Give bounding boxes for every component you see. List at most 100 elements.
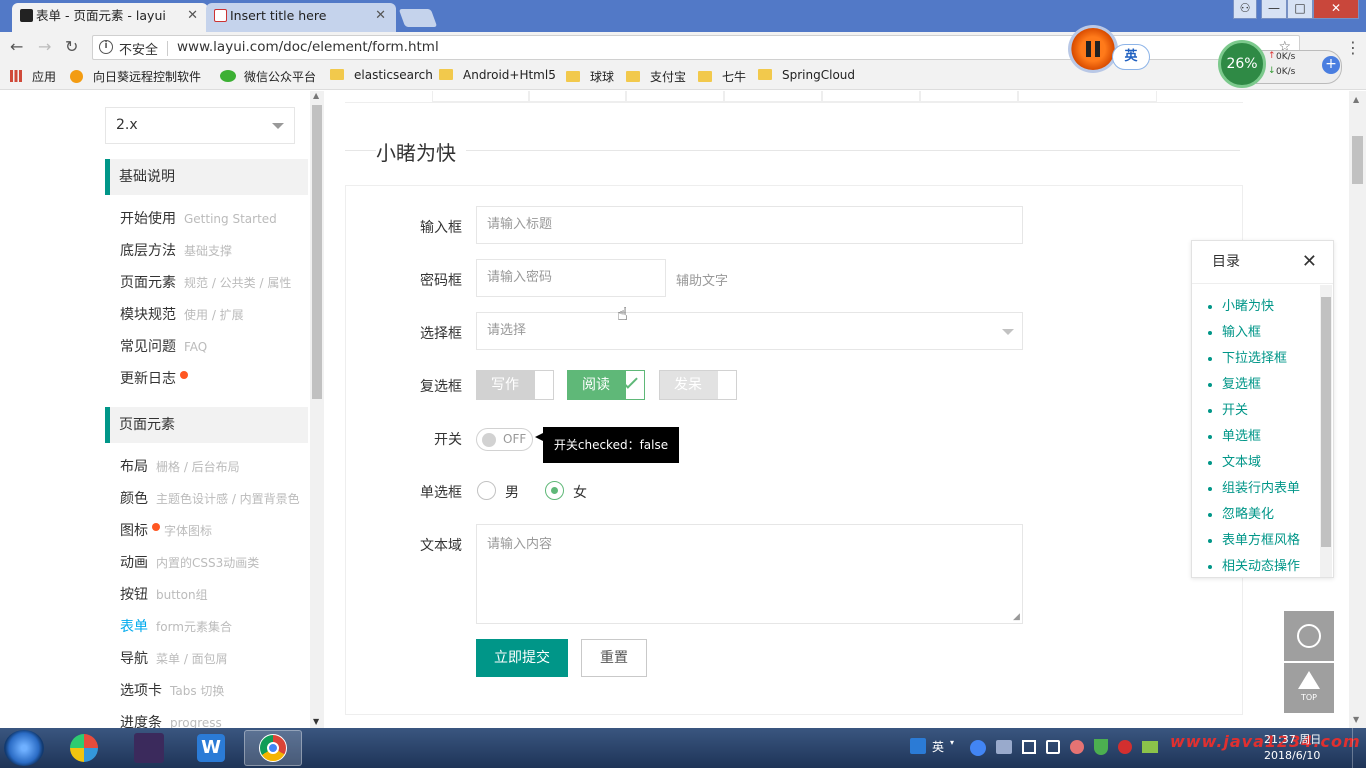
bookmark-wechat[interactable]: 微信公众平台 [220,68,316,85]
reload-icon[interactable]: ↻ [65,37,78,57]
radio-female-label[interactable]: 女 [573,482,587,502]
minimize-button[interactable]: — [1261,0,1287,19]
toc-item[interactable]: 小睹为快 [1222,294,1300,320]
nav-item-base-methods[interactable]: 底层方法 基础支撑 [120,240,232,260]
plus-icon[interactable]: + [1322,56,1340,74]
nav-item-layout[interactable]: 布局 栅格 / 后台布局 [120,456,240,476]
back-to-top-button[interactable]: TOP [1284,663,1334,713]
nav-section-basics[interactable]: 基础说明 [105,159,308,195]
clock-date[interactable]: 2018/6/10 [1264,749,1320,762]
ime-indicator[interactable]: 英 [1112,44,1150,70]
close-icon[interactable]: ✕ [1302,253,1317,271]
menu-icon[interactable]: ⋮ [1345,38,1361,57]
close-tab-icon[interactable]: ✕ [375,3,386,28]
back-icon[interactable]: ← [10,37,23,57]
tray-app-icon[interactable] [1118,740,1132,754]
feedback-button[interactable] [1284,611,1334,661]
security-status[interactable]: 不安全 [119,39,158,58]
sidebar-scrollbar[interactable]: ▲ ▼ [310,91,324,728]
submit-button[interactable]: 立即提交 [476,639,568,677]
bookmark-android[interactable]: Android+Html5 [439,68,556,82]
nav-item-form[interactable]: 表单 form元素集合 [120,616,232,636]
shield-icon[interactable] [1094,739,1108,755]
maximize-button[interactable]: □ [1287,0,1313,19]
forward-icon[interactable]: → [38,37,51,57]
tray-app-icon[interactable] [970,740,986,756]
nav-item-tabs[interactable]: 选项卡 Tabs 切换 [120,680,224,700]
scrollbar-thumb[interactable] [1352,136,1363,184]
screen-icon[interactable] [1022,740,1036,754]
toc-item[interactable]: 组装行内表单 [1222,476,1300,502]
nav-item-button[interactable]: 按钮 button组 [120,584,208,604]
toc-item[interactable]: 单选框 [1222,424,1300,450]
select-box[interactable]: 请选择 [476,312,1023,350]
tab-layui-form[interactable]: 表单 - 页面元素 - layui ✕ [12,3,208,32]
password-input[interactable]: 请输入密码 [476,259,666,297]
switch-toggle[interactable]: OFF [476,428,533,451]
nav-item-color[interactable]: 颜色 主题色设计感 / 内置背景色 [120,488,300,508]
scrollbar-thumb[interactable] [312,105,322,399]
page-scrollbar[interactable]: ▲ ▼ [1349,91,1366,728]
taskbar-java-ee-ide-icon[interactable] [120,730,178,766]
nav-item-animation[interactable]: 动画 内置的CSS3动画类 [120,552,259,572]
toc-item[interactable]: 开关 [1222,398,1300,424]
toc-item[interactable]: 表单方框风格 [1222,528,1300,554]
bookmark-springcloud[interactable]: SpringCloud [758,68,855,82]
scroll-down-icon[interactable]: ▼ [313,717,319,726]
nav-item-nav[interactable]: 导航 菜单 / 面包屑 [120,648,228,668]
taskbar-chrome-icon[interactable] [244,730,302,766]
ime-tray-label[interactable]: 英 [932,738,944,755]
cloud-icon[interactable] [996,740,1012,754]
nav-item-faq[interactable]: 常见问题 FAQ [120,336,207,356]
bookmark-apps[interactable]: 应用 [10,68,56,85]
close-tab-icon[interactable]: ✕ [187,3,198,28]
checkbox-read[interactable]: 阅读 [567,370,645,400]
version-select[interactable]: 2.x [105,107,295,144]
title-input[interactable]: 请输入标题 [476,206,1023,244]
radio-female[interactable] [545,481,564,500]
radio-male[interactable] [477,481,496,500]
show-desktop-button[interactable] [1352,728,1366,768]
bookmark-alipay[interactable]: 支付宝 [626,68,686,85]
search-tray-icon[interactable] [910,738,926,754]
nav-item-module-spec[interactable]: 模块规范 使用 / 扩展 [120,304,244,324]
nav-item-icon[interactable]: 图标 字体图标 [120,520,212,540]
toc-item[interactable]: 文本域 [1222,450,1300,476]
tab-insert-title[interactable]: Insert title here ✕ [206,3,396,32]
bookmark-qiuqiu[interactable]: 球球 [566,68,614,85]
toc-item[interactable]: 输入框 [1222,320,1300,346]
toc-item[interactable]: 下拉选择框 [1222,346,1300,372]
scroll-down-icon[interactable]: ▼ [1353,715,1359,724]
start-button[interactable] [4,730,44,766]
tray-app-icon[interactable] [1142,741,1158,753]
radio-male-label[interactable]: 男 [505,482,519,502]
tray-app-icon[interactable] [1070,740,1084,754]
caret-down-icon[interactable]: ▾ [950,738,954,747]
nav-item-changelog[interactable]: 更新日志 [120,368,188,388]
taskbar-wps-icon[interactable]: W [182,730,240,766]
nav-item-progress[interactable]: 进度条 progress [120,712,222,728]
scrollbar-thumb[interactable] [1321,297,1331,547]
bookmark-qiniu[interactable]: 七牛 [698,68,746,85]
bookmark-elasticsearch[interactable]: elasticsearch [330,68,433,82]
network-speed-widget[interactable]: 26% ↑ 0K/s ↓ 0K/s + [1216,38,1346,88]
window-icon[interactable] [1046,740,1060,754]
checkbox-write[interactable]: 写作 [476,370,554,400]
info-icon[interactable]: i [99,40,113,54]
toc-item[interactable]: 复选框 [1222,372,1300,398]
user-icon[interactable]: ⚇ [1233,0,1257,19]
content-textarea[interactable]: 请输入内容 [476,524,1023,624]
pause-recording-button[interactable] [1068,25,1118,73]
nav-section-page-elements[interactable]: 页面元素 [105,407,308,443]
url-text[interactable]: www.layui.com/doc/element/form.html [177,39,439,55]
nav-item-page-elements[interactable]: 页面元素 规范 / 公共类 / 属性 [120,272,291,292]
resize-handle-icon[interactable]: ◢ [1013,612,1020,622]
scroll-up-icon[interactable]: ▲ [313,91,319,100]
taskbar-app-tiles-icon[interactable] [56,730,114,766]
scroll-up-icon[interactable]: ▲ [1353,95,1359,104]
new-tab-button[interactable] [398,9,438,27]
toc-scrollbar[interactable] [1320,285,1332,577]
reset-button[interactable]: 重置 [581,639,647,677]
bookmark-sunlogin[interactable]: 向日葵远程控制软件 [70,68,201,85]
nav-item-getting-started[interactable]: 开始使用 Getting Started [120,208,277,228]
